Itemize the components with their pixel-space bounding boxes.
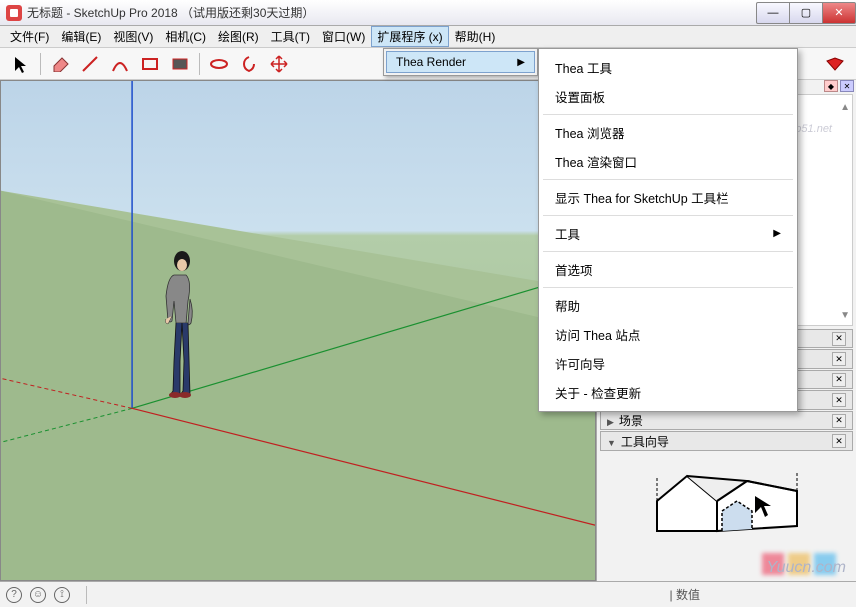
submenu-thea-render[interactable]: Thea Render ▶	[386, 51, 535, 73]
chevron-right-icon: ▶	[517, 57, 525, 68]
close-button[interactable]: ✕	[822, 2, 856, 24]
app-icon	[6, 5, 22, 21]
menu-camera[interactable]: 相机(C)	[159, 26, 212, 47]
line-tool-icon[interactable]	[77, 51, 103, 77]
tray-close-icon[interactable]: ✕	[832, 393, 846, 407]
menu-extensions[interactable]: 扩展程序 (x)	[371, 26, 448, 47]
arc-tool-icon[interactable]	[107, 51, 133, 77]
menu-view[interactable]: 视图(V)	[107, 26, 159, 47]
tray-instructor[interactable]: ▼工具向导✕	[600, 431, 853, 451]
shape-tool-icon[interactable]	[167, 51, 193, 77]
menu-thea-tools[interactable]: Thea 工具	[539, 53, 797, 82]
menu-tools[interactable]: 工具(T)	[265, 26, 316, 47]
menu-edit[interactable]: 编辑(E)	[55, 26, 107, 47]
menu-help[interactable]: 帮助	[539, 291, 797, 320]
value-label: 数值	[676, 588, 700, 602]
menu-window[interactable]: 窗口(W)	[316, 26, 371, 47]
minimize-button[interactable]: —	[756, 2, 790, 24]
chevron-right-icon: ▶	[773, 228, 781, 239]
extensions-submenu: Thea Render ▶	[383, 48, 538, 76]
orbit-tool-icon[interactable]	[206, 51, 232, 77]
menu-thea-render-window[interactable]: Thea 渲染窗口	[539, 147, 797, 176]
menu-draw[interactable]: 绘图(R)	[212, 26, 265, 47]
menu-show-toolbar[interactable]: 显示 Thea for SketchUp 工具栏	[539, 183, 797, 212]
tray-scenes[interactable]: ▶场景✕	[600, 411, 853, 431]
window-title: 无标题 - SketchUp Pro 2018 （试用版还剩30天过期）	[27, 4, 757, 21]
select-tool-icon[interactable]	[8, 51, 34, 77]
eraser-tool-icon[interactable]	[47, 51, 73, 77]
tray-close-icon[interactable]: ✕	[832, 332, 846, 346]
menu-tools-sub[interactable]: 工具▶	[539, 219, 797, 248]
ruby-icon[interactable]	[822, 51, 848, 77]
pin-icon[interactable]: ◆	[824, 80, 838, 92]
menu-settings-panel[interactable]: 设置面板	[539, 82, 797, 111]
3d-viewport[interactable]: www.jb51.net	[0, 80, 596, 581]
scale-figure	[156, 251, 201, 401]
submenu-label: Thea Render	[396, 55, 466, 69]
status-bar: ? ☺ ⟟ | 数值	[0, 581, 856, 607]
title-bar: 无标题 - SketchUp Pro 2018 （试用版还剩30天过期） — ▢…	[0, 0, 856, 26]
menu-visit-site[interactable]: 访问 Thea 站点	[539, 320, 797, 349]
tray-close-icon[interactable]: ✕	[832, 373, 846, 387]
menu-bar: 文件(F) 编辑(E) 视图(V) 相机(C) 绘图(R) 工具(T) 窗口(W…	[0, 26, 856, 48]
user-icon[interactable]: ☺	[30, 587, 46, 603]
help-icon[interactable]: ?	[6, 587, 22, 603]
pan-tool-icon[interactable]	[236, 51, 262, 77]
menu-license-wizard[interactable]: 许可向导	[539, 349, 797, 378]
watermark: Yuucn.com	[767, 559, 846, 577]
tray-close-icon[interactable]: ✕	[832, 434, 846, 448]
rectangle-tool-icon[interactable]	[137, 51, 163, 77]
menu-preferences[interactable]: 首选项	[539, 255, 797, 284]
menu-file[interactable]: 文件(F)	[4, 26, 55, 47]
tray-close-icon[interactable]: ✕	[832, 352, 846, 366]
tray-close-icon[interactable]: ✕	[832, 414, 846, 428]
menu-about-update[interactable]: 关于 - 检查更新	[539, 378, 797, 407]
thea-dropdown-menu: Thea 工具 设置面板 Thea 浏览器 Thea 渲染窗口 显示 Thea …	[538, 48, 798, 412]
move-tool-icon[interactable]	[266, 51, 292, 77]
menu-thea-browser[interactable]: Thea 浏览器	[539, 118, 797, 147]
close-tray-icon[interactable]: ✕	[840, 80, 854, 92]
geo-icon[interactable]: ⟟	[54, 587, 70, 603]
maximize-button[interactable]: ▢	[789, 2, 823, 24]
menu-help[interactable]: 帮助(H)	[449, 26, 502, 47]
